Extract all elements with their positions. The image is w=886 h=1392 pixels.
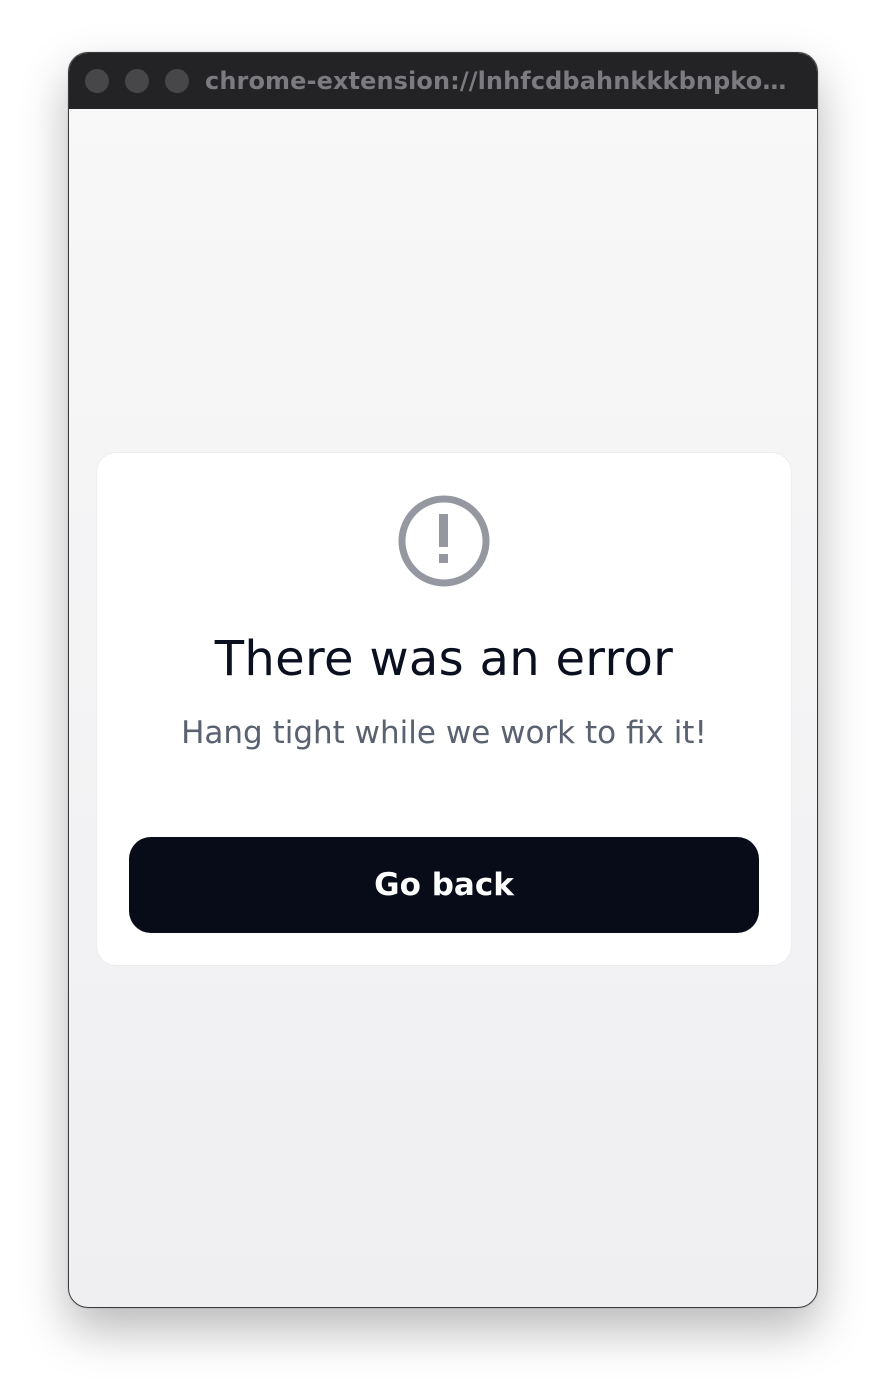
minimize-window-button[interactable] (125, 69, 149, 93)
window-url: chrome-extension://lnhfcdbahnkkkbnpkoefp… (205, 67, 797, 95)
browser-window: chrome-extension://lnhfcdbahnkkkbnpkoefp… (68, 52, 818, 1308)
error-card: There was an error Hang tight while we w… (96, 452, 792, 966)
exclamation-circle-icon (398, 495, 490, 587)
page-content: There was an error Hang tight while we w… (69, 109, 817, 1307)
error-message: Hang tight while we work to fix it! (181, 715, 707, 751)
zoom-window-button[interactable] (165, 69, 189, 93)
error-title: There was an error (214, 631, 674, 687)
title-bar: chrome-extension://lnhfcdbahnkkkbnpkoefp… (69, 53, 817, 109)
close-window-button[interactable] (85, 69, 109, 93)
go-back-button[interactable]: Go back (129, 837, 759, 933)
